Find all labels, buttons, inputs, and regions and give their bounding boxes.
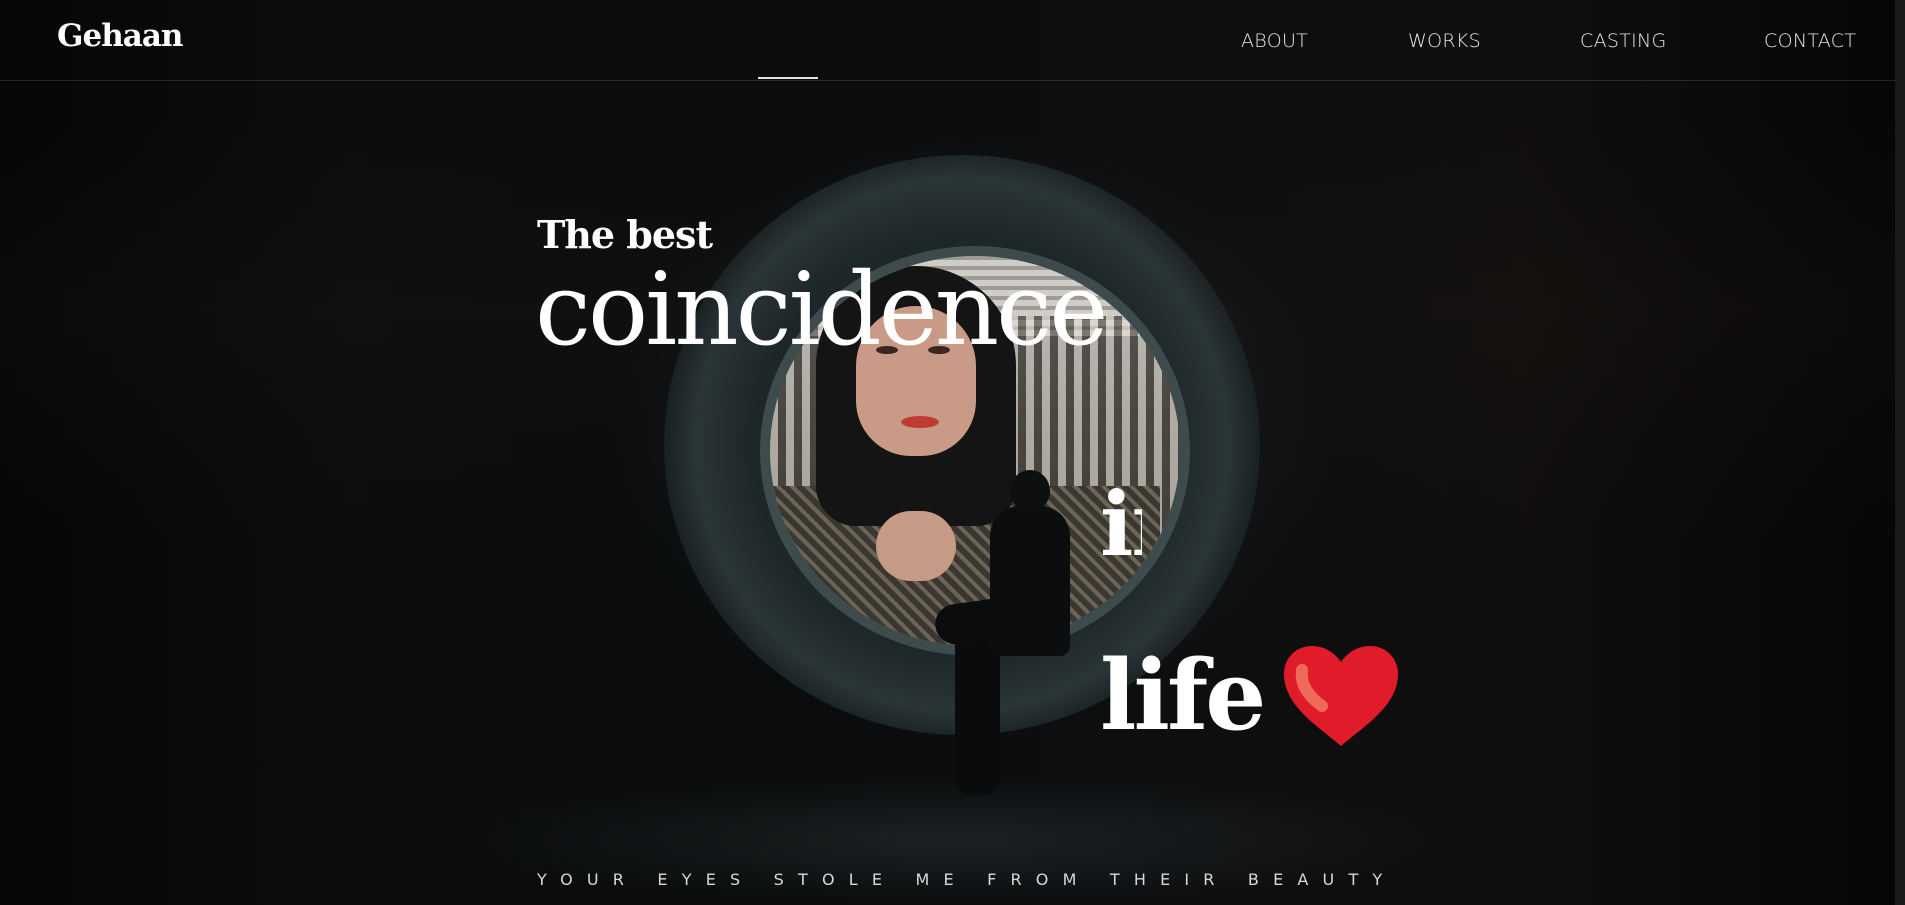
hero-line-in-mask: in — [1100, 480, 1142, 580]
scroll-indicator-line — [758, 77, 818, 79]
hero-background — [0, 0, 1905, 905]
site-logo[interactable]: Gehaan — [57, 18, 183, 54]
hero-line-life: life — [1100, 639, 1266, 752]
nav-about[interactable]: ABOUT — [1241, 30, 1308, 52]
page-scrollbar[interactable] — [1895, 0, 1905, 905]
silhouette-head — [1010, 470, 1050, 512]
site-header: Gehaan ABOUT WORKS CASTING CONTACT — [0, 0, 1905, 81]
hero-tagline: YOUR EYES STOLE ME FROM THEIR BEAUTY — [537, 870, 1397, 889]
hero-line-coincidence: coincidence — [535, 251, 1108, 368]
lips — [901, 416, 939, 428]
hero-line-in: in — [1100, 480, 1142, 576]
nav-works[interactable]: WORKS — [1408, 30, 1481, 52]
nav-casting[interactable]: CASTING — [1580, 30, 1667, 52]
sitting-figure-silhouette — [932, 470, 1085, 800]
nav-contact[interactable]: CONTACT — [1764, 30, 1856, 52]
silhouette-leg-down — [955, 630, 1000, 795]
red-heart-icon — [1284, 646, 1398, 746]
heart-shape — [1284, 646, 1398, 746]
